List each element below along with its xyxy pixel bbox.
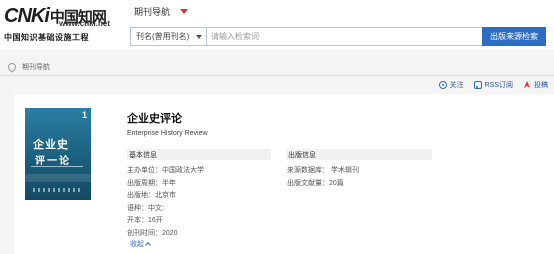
journal-cover-image: 1 企业史 评一论	[25, 108, 91, 200]
logo-wordmark: CNKi	[4, 4, 50, 27]
basic-info-header: 基本信息	[127, 149, 271, 160]
collapse-button[interactable]: 收起	[130, 239, 151, 249]
search-field-label: 刊名(曾用刊名)	[136, 32, 190, 41]
cover-title-line1: 企业史	[33, 138, 69, 151]
search-input[interactable]	[207, 28, 482, 45]
rss-icon	[473, 81, 482, 89]
action-links: 关注 RSS订阅 投稿	[438, 80, 548, 90]
journal-title: 企业史评论	[127, 113, 182, 125]
caret-down-icon	[180, 9, 189, 14]
rss-label: RSS订阅	[484, 82, 513, 89]
select-caret-icon	[196, 35, 202, 39]
logo-subtitle: 中国知识基础设施工程	[4, 33, 89, 42]
submit-icon	[523, 81, 531, 89]
submit-button[interactable]: 投稿	[523, 80, 548, 90]
logo-url: www.cnki.net	[59, 19, 110, 28]
nav-title-label: 期刊导航	[134, 7, 171, 17]
follow-button[interactable]: 关注	[438, 80, 464, 90]
cnki-logo[interactable]: CNKi 中国知网 www.cnki.net 中国知识基础设施工程	[4, 4, 116, 44]
info-item: 出版文献量：20篇	[287, 179, 344, 187]
site-header: CNKi 中国知网 www.cnki.net 中国知识基础设施工程 期刊导航 刊…	[0, 0, 554, 50]
search-field-select[interactable]: 刊名(曾用刊名)	[131, 28, 207, 45]
breadcrumb-link[interactable]: 期刊导航	[22, 62, 50, 72]
breadcrumb: 期刊导航	[0, 58, 554, 76]
collapse-label: 收起	[130, 241, 144, 248]
info-item: 来源数据库： 学术辑刊	[287, 167, 359, 174]
cover-issue-number: 1	[81, 110, 87, 120]
info-item: 主办单位：中国政法大学	[127, 167, 204, 174]
journal-card: 1 企业史 评一论 企业史评论 Enterprise History Revie…	[14, 94, 554, 254]
rss-button[interactable]: RSS订阅	[473, 80, 513, 90]
search-bar: 刊名(曾用刊名) 出版来源检索	[130, 27, 546, 46]
basic-info-list: 主办单位：中国政法大学 出版周期：半年 出版地：北京市 语种：中文; 开本：16…	[127, 165, 204, 240]
search-button[interactable]: 出版来源检索	[482, 27, 546, 46]
publication-info-list: 来源数据库： 学术辑刊 出版文献量：20篇	[287, 165, 359, 190]
submit-label: 投稿	[534, 82, 548, 89]
info-item: 出版周期：半年	[127, 179, 176, 187]
publication-info-header: 出版信息	[286, 149, 432, 160]
journal-english-title: Enterprise History Review	[127, 130, 208, 137]
divider	[0, 75, 554, 76]
follow-label: 关注	[449, 82, 464, 89]
follow-icon	[438, 81, 447, 89]
chevron-up-icon	[145, 242, 151, 248]
cover-title-line2: 评一论	[35, 156, 71, 167]
info-item: 语种：中文;	[127, 204, 164, 212]
location-pin-icon	[8, 63, 14, 71]
journal-nav-menu[interactable]: 期刊导航	[134, 5, 189, 18]
info-item: 开本：16开	[127, 217, 163, 224]
info-item: 出版地：北京市	[127, 192, 176, 199]
